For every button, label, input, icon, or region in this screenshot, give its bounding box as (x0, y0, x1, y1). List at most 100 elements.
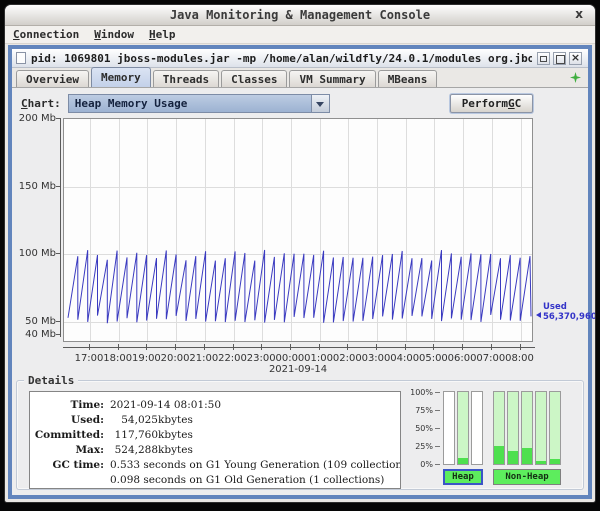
y-tick-label: 50 Mb (14, 316, 56, 327)
bar-committed-fill (550, 392, 560, 464)
details-row-label: GC time: (30, 458, 110, 473)
menu-item-window[interactable]: Window (94, 28, 134, 41)
details-row: 0.098 seconds on G1 Old Generation (1 co… (30, 473, 400, 488)
y-tick-mark (56, 253, 61, 254)
minimize-icon[interactable] (537, 52, 550, 65)
tab-memory[interactable]: Memory (91, 67, 151, 87)
used-marker-icon (536, 312, 541, 318)
y-tick-label: 100 Mb (14, 248, 56, 259)
tab-mbeans[interactable]: MBeans (378, 70, 438, 87)
x-tick-mark (376, 344, 377, 350)
bar-used-fill (522, 448, 532, 464)
tab-bar: OverviewMemoryThreadsClassesVM SummaryMB… (12, 68, 588, 88)
details-info-box: Time:2021-09-14 08:01:50Used:54,025 kbyt… (29, 391, 401, 489)
details-row-value: kbytes (158, 428, 193, 443)
x-tick-mark (175, 344, 176, 350)
connection-status-icon[interactable] (570, 72, 581, 83)
memory-tab-content: Chart: Heap Memory Usage Perform GC 2021… (12, 88, 588, 495)
y-tick-mark (56, 186, 61, 187)
details-group-title: Details (24, 374, 78, 387)
y-tick-mark (56, 334, 61, 335)
x-tick-label: 08:00 (503, 353, 537, 364)
details-row: Max:524,288 kbytes (30, 443, 400, 458)
details-row: Time:2021-09-14 08:01:50 (30, 398, 400, 413)
maximize-icon[interactable] (553, 52, 566, 65)
memory-pool-bar (443, 391, 455, 465)
used-value-label: Used 56,370,960 (543, 302, 589, 322)
internal-frame-title: pid: 1069801 jboss-modules.jar -mp /home… (31, 52, 532, 65)
details-row-number: 117,760 (110, 428, 158, 443)
document-icon (16, 52, 26, 64)
used-label: Used (543, 302, 589, 312)
window-close-icon[interactable]: x (575, 7, 583, 21)
heap-used-line (64, 119, 534, 343)
y-tick-label: 40 Mb (14, 329, 56, 340)
memory-pool-bar (457, 391, 469, 465)
tab-overview[interactable]: Overview (16, 70, 89, 87)
details-row-value: 2021-09-14 08:01:50 (110, 398, 221, 413)
details-row-value: kbytes (158, 443, 193, 458)
percent-tick-label: 25% (407, 442, 433, 451)
x-tick-mark (290, 344, 291, 350)
tab-threads[interactable]: Threads (153, 70, 219, 87)
percent-tick-mark (435, 428, 440, 429)
bar-committed-fill (536, 392, 546, 464)
y-tick-mark (56, 321, 61, 322)
menu-item-help[interactable]: Help (149, 28, 176, 41)
memory-pool-bar (493, 391, 505, 465)
x-tick-mark (146, 344, 147, 350)
memory-pool-bar (507, 391, 519, 465)
bar-committed-fill (458, 392, 468, 464)
details-row-number: 524,288 (110, 443, 158, 458)
tab-classes[interactable]: Classes (221, 70, 287, 87)
bar-used-fill (550, 459, 560, 464)
perform-gc-button[interactable]: Perform GC (450, 94, 533, 113)
y-axis (60, 118, 61, 337)
window-title: Java Monitoring & Management Console (170, 8, 430, 22)
x-tick-mark (319, 344, 320, 350)
memory-pool-bar (549, 391, 561, 465)
details-row-label: Committed: (30, 428, 110, 443)
details-row-number: 54,025 (110, 413, 158, 428)
bar-used-fill (458, 458, 468, 464)
details-row-label (30, 473, 110, 488)
details-row-value: 0.098 seconds on G1 Old Generation (1 co… (110, 473, 384, 488)
chart-plot-area (63, 118, 533, 342)
x-tick-mark (89, 344, 90, 350)
chevron-down-icon[interactable] (311, 95, 329, 112)
percent-tick-label: 75% (407, 406, 433, 415)
heap-usage-chart: 2021-09-14 Used 56,370,960 200 Mb150 Mb1… (12, 116, 590, 378)
bar-used-fill (536, 461, 546, 464)
tab-vm-summary[interactable]: VM Summary (289, 70, 375, 87)
percent-tick-mark (435, 392, 440, 393)
memory-pool-bar (535, 391, 547, 465)
percent-tick-label: 100% (407, 388, 433, 397)
x-tick-mark (118, 344, 119, 350)
x-tick-mark (462, 344, 463, 350)
used-value: 56,370,960 (543, 312, 589, 322)
chart-select-value: Heap Memory Usage (69, 95, 311, 112)
close-icon[interactable] (569, 52, 582, 65)
x-axis (63, 347, 535, 348)
heap-button[interactable]: Heap (443, 469, 483, 485)
chart-select-dropdown[interactable]: Heap Memory Usage (68, 94, 330, 113)
memory-pool-bar (471, 391, 483, 465)
chart-label: Chart: (21, 97, 61, 110)
bar-used-fill (508, 451, 518, 464)
internal-frame: pid: 1069801 jboss-modules.jar -mp /home… (8, 45, 592, 499)
percent-tick-label: 0% (407, 460, 433, 469)
details-row-label: Used: (30, 413, 110, 428)
percent-tick-mark (435, 410, 440, 411)
title-bar: Java Monitoring & Management Console x (5, 5, 595, 26)
memory-pool-bar (521, 391, 533, 465)
main-window: Java Monitoring & Management Console x C… (4, 4, 596, 503)
percent-tick-mark (435, 464, 440, 465)
menu-bar: Connection Window Help (5, 26, 595, 44)
non-heap-button[interactable]: Non-Heap (493, 469, 561, 485)
percent-tick-mark (435, 446, 440, 447)
x-tick-mark (405, 344, 406, 350)
details-row-value: 0.533 seconds on G1 Young Generation (10… (110, 458, 401, 473)
menu-item-connection[interactable]: Connection (13, 28, 79, 41)
y-tick-label: 150 Mb (14, 181, 56, 192)
bar-used-fill (494, 446, 504, 464)
